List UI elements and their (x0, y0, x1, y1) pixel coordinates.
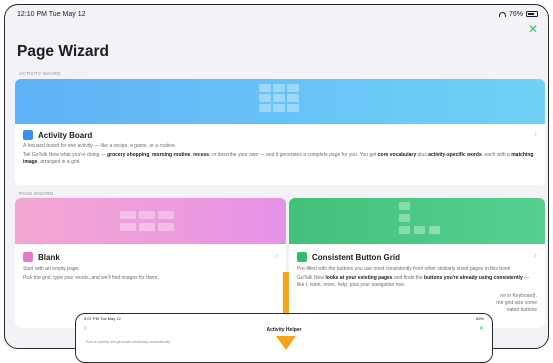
status-bar: 12:10 PM Tue May 12 76% (5, 5, 548, 23)
grid-icon (297, 252, 307, 262)
consistent-title: Consistent Button Grid (312, 252, 400, 262)
chevron-right-icon: › (534, 129, 537, 139)
activity-board-card[interactable]: Activity Board A focused board for one a… (15, 79, 545, 185)
section-label-wizard: PAGE WIZARD (19, 191, 54, 196)
inset-body: Pick an activity and generate vocabulary… (86, 340, 171, 344)
activity-board-banner (15, 79, 545, 124)
blank-line2: Pick the grid, type your words, and we'l… (23, 275, 159, 281)
inset-battery: 69% (475, 316, 484, 321)
battery-percent: 76% (508, 10, 523, 18)
consistent-banner (289, 198, 545, 244)
section-label-activity: ACTIVITY BOARD (19, 71, 61, 76)
status-indicators: 76% (498, 10, 538, 18)
activity-board-title: Activity Board (38, 130, 93, 140)
blank-title: Blank (38, 252, 60, 262)
inset-time: 3:07 PM Tue May 12 (84, 316, 121, 321)
blank-line1: Start with an empty page. (23, 266, 80, 272)
activity-board-subtitle: A focused board for one activity — like … (23, 143, 177, 149)
ipad-screen: 12:10 PM Tue May 12 76% ✕ Page Wizard AC… (4, 4, 549, 349)
battery-icon (526, 11, 538, 17)
consistent-description: GoTalk Now looks at your existing pages … (297, 275, 530, 288)
wifi-icon (498, 11, 506, 17)
inset-close-icon[interactable]: ✕ (479, 325, 484, 332)
blank-banner (15, 198, 286, 244)
consistent-tail-2: me grid size come (496, 300, 537, 306)
activity-board-description: Tell GoTalk Now what you're doing — groc… (23, 152, 534, 165)
status-time: 12:10 PM Tue May 12 (17, 10, 86, 18)
close-icon[interactable]: ✕ (528, 23, 538, 35)
activity-board-header: Activity Board (23, 130, 537, 140)
consistent-button-grid-card[interactable]: Consistent Button Grid Pre-filled with t… (289, 198, 545, 328)
blank-card[interactable]: Blank Start with an empty page. Pick the… (15, 198, 286, 328)
chevron-right-icon: › (275, 250, 278, 260)
blank-page-icon (23, 252, 33, 262)
inset-status-bar: 3:07 PM Tue May 12 69% (76, 314, 492, 323)
blank-header: Blank (23, 252, 278, 262)
consistent-tail-1: ne in Keyboard). (500, 293, 537, 299)
arrow-down-icon (276, 336, 296, 350)
consistent-line1: Pre-filled with the buttons you use most… (297, 266, 511, 272)
inset-title: Activity Helper (266, 327, 302, 333)
consistent-header: Consistent Button Grid (297, 252, 537, 262)
wand-icon (23, 130, 33, 140)
chevron-right-icon: › (534, 250, 537, 260)
page-title: Page Wizard (17, 43, 110, 60)
